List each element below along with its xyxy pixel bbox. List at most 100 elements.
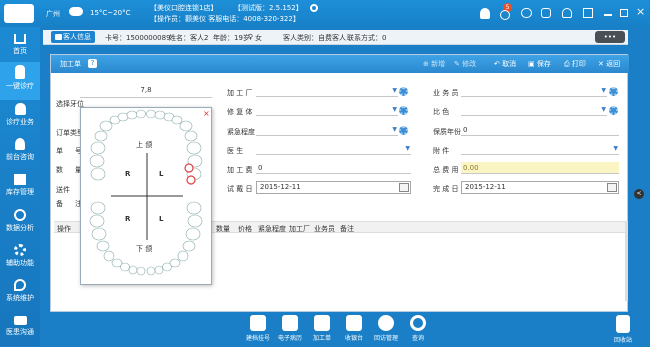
cloud-icon (69, 7, 83, 16)
dock-followup[interactable]: 回访管理 (373, 315, 399, 342)
chat-icon[interactable] (521, 8, 532, 18)
quantity-label: 数 (56, 166, 63, 174)
dock-registration[interactable]: 建档挂号 (245, 315, 271, 342)
card-number: 卡号：1500000089 (105, 34, 171, 42)
upper-jaw-label: 上 颌 (136, 141, 153, 149)
trial-date-input[interactable]: 2015-12-11 (256, 181, 411, 194)
help-icon[interactable]: ? (88, 59, 97, 68)
sidebar-item-auxiliary[interactable]: 辅助功能 (0, 241, 40, 277)
restore-icon[interactable] (620, 9, 628, 17)
hand-pointer-icon (15, 65, 25, 79)
factory-select[interactable]: ▼ (256, 85, 398, 97)
repair-select[interactable]: ▼ (256, 104, 398, 116)
cancel-label: 取消 (502, 60, 517, 68)
doctor-select[interactable]: ▼ (256, 143, 411, 155)
sidebar-label: 首页 (13, 47, 27, 55)
minimize-icon[interactable] (604, 14, 612, 16)
repair-settings-icon[interactable] (399, 106, 408, 115)
fee-input[interactable]: 0 (256, 162, 411, 174)
attachment-select[interactable]: ▼ (461, 143, 619, 155)
operator-label: 【操作员：颧美仪 客服电话：4008-320-322】 (150, 15, 300, 23)
sidebar-label: 库存管理 (6, 188, 34, 196)
table-scrollbar[interactable] (625, 221, 628, 301)
color-settings-icon[interactable] (609, 106, 618, 115)
tooth-chart-svg[interactable] (81, 108, 213, 286)
close-window-icon[interactable]: × (636, 6, 645, 17)
save-label: 保存 (536, 60, 551, 68)
patient-age: 年龄：19岁 (213, 34, 250, 42)
add-button[interactable]: ⊕ 新增 (423, 59, 445, 69)
save-button[interactable]: ▣ 保存 (528, 59, 551, 69)
sidebar-item-treatment[interactable]: 诊疗业务 (0, 100, 40, 136)
sidebar-item-communication[interactable]: 医患沟通 (0, 311, 40, 347)
dock-cashier[interactable]: 收银台 (341, 315, 367, 342)
color-label: 比 色 (433, 108, 450, 116)
calendar-icon[interactable] (607, 183, 617, 192)
search-icon (410, 315, 426, 331)
dock-query[interactable]: 查询 (405, 315, 431, 342)
sidebar-item-inventory[interactable]: 库存管理 (0, 171, 40, 207)
sidebar-item-maintenance[interactable]: 系统维护 (0, 276, 40, 312)
dock-emr[interactable]: 电子病历 (277, 315, 303, 342)
dock-processing-order[interactable]: 加工单 (309, 315, 335, 342)
upper-left-label: L (159, 170, 164, 178)
sidebar-item-home[interactable]: 首页 (0, 28, 40, 64)
fee-label: 加 工 费 (227, 166, 253, 174)
urgency-settings-icon[interactable] (399, 126, 408, 135)
patient-category: 客人类别：自费客人 (283, 34, 346, 42)
dock-label: 回收站 (613, 337, 632, 344)
bottom-dock: 建档挂号 电子病历 加工单 收银台 回访管理 查询 回收站 (40, 312, 650, 346)
dock-recycle-bin[interactable]: 回收站 (610, 315, 636, 344)
lower-arch (89, 201, 203, 276)
tooth-position-value: 7,8 (140, 86, 152, 94)
tooth-chart-popup: × 上 颌 下 颌 R L R L (80, 107, 212, 285)
color-select[interactable]: ▼ (461, 104, 607, 116)
sidebar-item-analytics[interactable]: 数据分析 (0, 206, 40, 242)
more-button[interactable]: ••• (595, 31, 625, 43)
weather-label: 15°C~20°C (90, 9, 131, 17)
sidebar-label: 数据分析 (6, 224, 34, 232)
sidebar-label: 系统维护 (6, 294, 34, 302)
patient-name: 姓名：客人2 (169, 34, 209, 42)
urgency-label: 紧急程度 (227, 128, 255, 136)
salesman-label: 业 务 员 (433, 89, 459, 97)
edit-button[interactable]: ✎ 修改 (454, 59, 476, 69)
print-button[interactable]: ⎙ 打印 (564, 59, 586, 69)
remark-label: 备 (56, 200, 63, 208)
trial-date-value: 2015-12-11 (260, 183, 301, 191)
trial-date-label: 试 戴 日 (227, 185, 253, 193)
sidebar-item-reception[interactable]: 前台咨询 (0, 135, 40, 171)
calendar-icon[interactable] (399, 183, 409, 192)
warranty-input[interactable]: 0 (461, 124, 619, 136)
inventory-icon (14, 174, 26, 185)
shirt-icon[interactable] (583, 8, 593, 18)
settings-gear-icon[interactable] (310, 4, 318, 12)
dropdown-arrow-icon: ▼ (601, 87, 606, 94)
patient-info-tab-label: 客人信息 (63, 33, 91, 41)
sidebar-item-quick-diagnosis[interactable]: 一键诊疗 (0, 62, 40, 100)
sidebar-label: 诊疗业务 (6, 118, 34, 126)
urgency-select[interactable]: ▼ (256, 124, 398, 136)
cancel-button[interactable]: ↶ 取消 (494, 59, 516, 69)
salesman-settings-icon[interactable] (609, 87, 618, 96)
factory-settings-icon[interactable] (399, 87, 408, 96)
dock-label: 收银台 (344, 335, 363, 342)
done-date-input[interactable]: 2015-12-11 (461, 181, 619, 194)
back-button[interactable]: ✕ 返回 (598, 59, 620, 69)
sidebar-label: 医患沟通 (6, 328, 34, 336)
phone-icon[interactable] (541, 8, 551, 18)
user-icon[interactable] (562, 8, 572, 18)
edit-label: 修改 (462, 60, 477, 68)
bell-icon[interactable] (480, 8, 490, 19)
id-card-icon (250, 315, 266, 331)
person-card-icon (55, 34, 62, 40)
receptionist-icon (15, 138, 25, 150)
tooth-record-icon (282, 315, 298, 331)
person-icon[interactable] (500, 10, 510, 20)
tooth-position-input[interactable]: 7,8 (80, 86, 212, 98)
salesman-select[interactable]: ▼ (461, 85, 607, 97)
dropdown-arrow-icon: ▼ (392, 126, 397, 133)
gender-icon: ♀ (248, 33, 254, 41)
done-date-value: 2015-12-11 (465, 183, 506, 191)
right-nav-arrow-icon[interactable]: < (634, 189, 644, 199)
